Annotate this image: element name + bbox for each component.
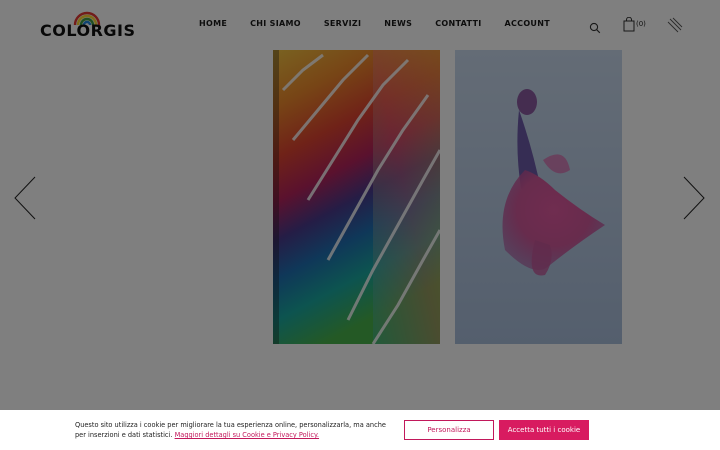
cookie-message: Questo sito utilizza i cookie per miglio… [75, 420, 395, 440]
cookie-overlay[interactable] [0, 0, 720, 410]
customize-button[interactable]: Personalizza [404, 420, 494, 440]
accept-all-cookies-button[interactable]: Accetta tutti i cookie [499, 420, 589, 440]
cookie-banner: Questo sito utilizza i cookie per miglio… [0, 410, 720, 450]
cookie-policy-link[interactable]: Maggiori dettagli su Cookie e Privacy Po… [175, 431, 319, 439]
